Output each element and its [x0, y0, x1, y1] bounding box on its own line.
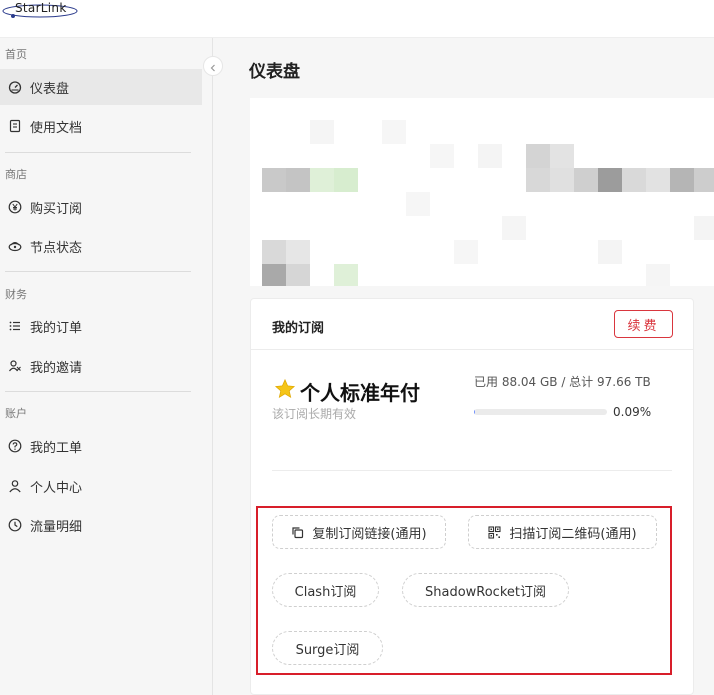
dashboard-icon — [8, 80, 22, 94]
subscription-card-header: 我的订阅 续费 — [251, 299, 693, 350]
qrcode-icon — [488, 525, 501, 539]
sidebar-item-label: 我的订单 — [30, 320, 83, 336]
banner-mosaic-cell — [334, 264, 358, 286]
banner-mosaic-cell — [262, 240, 286, 264]
shadowrocket-subscription-label: ShadowRocket订阅 — [424, 584, 546, 600]
sidebar-divider — [5, 391, 191, 392]
logo-text: StarLink — [15, 1, 67, 15]
star-icon — [274, 378, 296, 405]
node-icon — [8, 239, 22, 253]
sidebar-divider — [5, 271, 191, 272]
banner-mosaic-cell — [502, 216, 526, 240]
banner-mosaic-cell — [598, 168, 622, 192]
yen-icon — [8, 200, 22, 214]
banner-mosaic-cell — [310, 120, 334, 144]
sidebar-item-label: 仪表盘 — [30, 81, 70, 97]
sidebar-item-label: 使用文档 — [30, 120, 83, 136]
banner-mosaic-cell — [286, 168, 310, 192]
sidebar-item-my-orders[interactable]: 我的订单 — [0, 308, 202, 344]
user-icon — [8, 479, 22, 493]
invite-icon — [8, 359, 22, 373]
banner-mosaic-cell — [478, 144, 502, 168]
copy-subscription-link-button[interactable]: 复制订阅链接(通用) — [272, 515, 446, 549]
surge-subscription-label: Surge订阅 — [295, 642, 360, 658]
banner-mosaic-cell — [646, 264, 670, 286]
copy-subscription-link-label: 复制订阅链接(通用) — [312, 526, 427, 542]
banner-mosaic-cell — [262, 264, 286, 286]
sidebar-item-buy-subscription[interactable]: 购买订阅 — [0, 189, 202, 225]
copy-icon — [291, 526, 304, 539]
banner-mosaic-cell — [550, 168, 574, 192]
sidebar-item-dashboard[interactable]: 仪表盘 — [0, 69, 202, 105]
page-title: 仪表盘 — [249, 62, 300, 82]
banner-mosaic-cell — [286, 264, 310, 286]
sidebar-divider — [5, 152, 191, 153]
traffic-usage-bar — [474, 409, 607, 415]
plan-name: 个人标准年付 — [274, 377, 420, 406]
sidebar-item-my-invites[interactable]: 我的邀请 — [0, 348, 202, 384]
clock-icon — [8, 518, 22, 532]
banner-mosaic-cell — [622, 168, 646, 192]
sidebar: 首页 仪表盘 使用文档 商店 购买订阅 节点状态 财务 我的订单 我的邀请 账户… — [0, 38, 213, 695]
sidebar-item-profile[interactable]: 个人中心 — [0, 468, 202, 504]
plan-description: 该订阅长期有效 — [272, 407, 357, 421]
help-icon — [8, 439, 22, 453]
sidebar-item-label: 节点状态 — [30, 240, 83, 256]
banner-mosaic-cell — [286, 240, 310, 264]
banner-mosaic-cell — [310, 168, 334, 192]
chevron-left-icon — [209, 57, 217, 76]
banner-mosaic-cell — [334, 168, 358, 192]
card-title: 我的订阅 — [272, 321, 325, 336]
clash-subscription-button[interactable]: Clash订阅 — [272, 573, 379, 607]
clash-subscription-label: Clash订阅 — [294, 584, 357, 600]
banner-mosaic-cell — [646, 168, 670, 192]
notice-banner-image — [250, 98, 714, 286]
banner-mosaic-cell — [382, 120, 406, 144]
banner-mosaic-cell — [406, 192, 430, 216]
renew-button[interactable]: 续费 — [614, 310, 673, 338]
traffic-usage-text: 已用 88.04 GB / 总计 97.66 TB — [474, 375, 651, 389]
sidebar-item-label: 我的邀请 — [30, 360, 83, 376]
banner-mosaic-cell — [550, 144, 574, 168]
scan-subscription-qr-label: 扫描订阅二维码(通用) — [509, 526, 637, 542]
sidebar-collapse-button[interactable] — [203, 56, 223, 76]
shadowrocket-subscription-button[interactable]: ShadowRocket订阅 — [402, 573, 569, 607]
plan-name-text: 个人标准年付 — [300, 381, 420, 405]
banner-mosaic-cell — [430, 144, 454, 168]
banner-mosaic-cell — [694, 216, 714, 240]
sidebar-item-docs[interactable]: 使用文档 — [0, 108, 202, 144]
sidebar-item-my-tickets[interactable]: 我的工单 — [0, 428, 202, 464]
sidebar-item-node-status[interactable]: 节点状态 — [0, 228, 202, 264]
sidebar-item-label: 个人中心 — [30, 480, 83, 496]
sidebar-section-account: 账户 — [5, 407, 27, 420]
sidebar-section-finance: 财务 — [5, 288, 27, 301]
app-root: StarLink 首页 仪表盘 使用文档 商店 购买订阅 节点状态 财务 我的订… — [0, 0, 714, 695]
banner-mosaic-cell — [262, 168, 286, 192]
sidebar-item-traffic-details[interactable]: 流量明细 — [0, 507, 202, 543]
banner-mosaic-cell — [574, 168, 598, 192]
banner-mosaic-cell — [526, 144, 550, 168]
sidebar-item-label: 我的工单 — [30, 440, 83, 456]
document-icon — [8, 119, 22, 133]
banner-mosaic-cell — [694, 168, 714, 192]
surge-subscription-button[interactable]: Surge订阅 — [272, 631, 383, 665]
top-bar: StarLink — [0, 0, 714, 38]
starlink-logo[interactable]: StarLink — [2, 0, 82, 22]
traffic-usage-percent: 0.09% — [613, 405, 652, 419]
sidebar-item-label: 流量明细 — [30, 519, 83, 535]
sidebar-section-store: 商店 — [5, 168, 27, 181]
banner-mosaic-cell — [454, 240, 478, 264]
sidebar-section-home: 首页 — [5, 48, 27, 61]
banner-mosaic-cell — [526, 168, 550, 192]
card-divider — [272, 470, 672, 471]
sidebar-item-label: 购买订阅 — [30, 201, 83, 217]
banner-mosaic-cell — [598, 240, 622, 264]
list-icon — [8, 319, 22, 333]
scan-subscription-qr-button[interactable]: 扫描订阅二维码(通用) — [468, 515, 657, 549]
banner-mosaic-cell — [670, 168, 694, 192]
